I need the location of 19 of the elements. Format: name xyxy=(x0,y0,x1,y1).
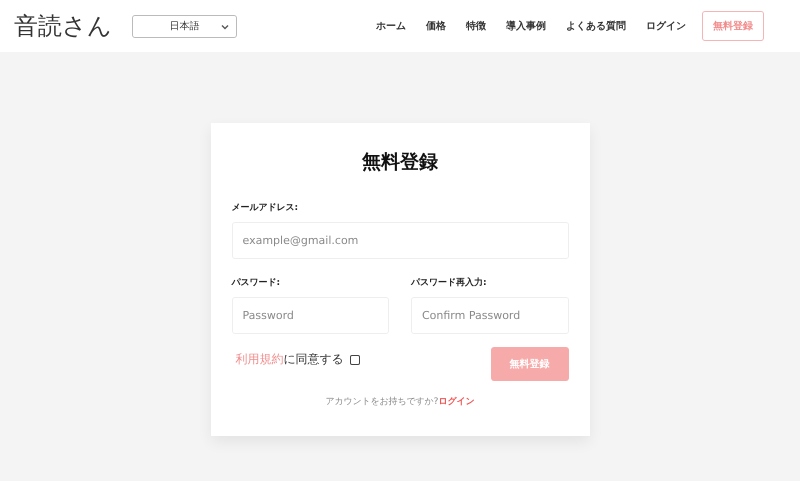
nav-link[interactable]: 特徴 xyxy=(456,19,496,33)
login-prompt: アカウントをお持ちですか? xyxy=(326,397,438,407)
email-label: メールアドレス: xyxy=(232,202,300,214)
confirm-password-field[interactable]: Confirm Password xyxy=(411,297,568,334)
chevron-down-icon xyxy=(221,24,229,30)
terms-checkbox[interactable] xyxy=(350,354,360,364)
nav-link[interactable]: 価格 xyxy=(416,19,456,33)
nav-link[interactable]: ログイン xyxy=(636,19,696,33)
language-select[interactable]: 日本語 xyxy=(132,14,237,38)
nav-link[interactable]: ホーム xyxy=(366,19,416,33)
site-logo[interactable]: 音読さん xyxy=(14,10,112,42)
password-field[interactable]: Password xyxy=(232,297,389,334)
form-title: 無料登録 xyxy=(360,150,439,175)
email-field[interactable]: example@gmail.com xyxy=(232,222,568,259)
password-label: パスワード: xyxy=(232,277,282,289)
nav-link[interactable]: よくある質問 xyxy=(556,19,636,33)
terms-text: に同意する xyxy=(284,351,344,368)
nav-link[interactable]: 導入事例 xyxy=(496,19,556,33)
confirm-password-label: パスワード再入力: xyxy=(411,276,488,289)
